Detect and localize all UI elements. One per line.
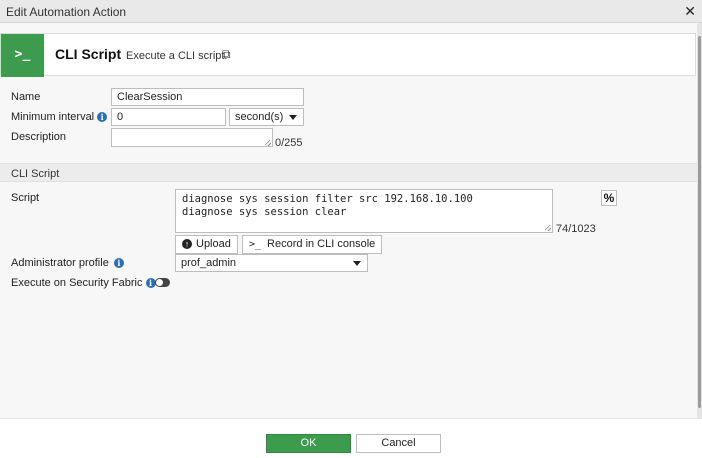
external-link-icon[interactable]: ⧉ (222, 47, 231, 62)
administrator-profile-select[interactable]: prof_admin (175, 254, 368, 272)
description-counter: 0/255 (275, 137, 303, 149)
resize-handle-icon[interactable] (265, 140, 271, 146)
cli-script-section-header: CLI Script (0, 163, 697, 182)
info-icon[interactable]: i (113, 258, 124, 269)
resize-handle-icon[interactable] (545, 225, 551, 231)
record-label: Record in CLI console (267, 238, 376, 250)
security-fabric-toggle[interactable] (155, 278, 170, 287)
upload-icon: ↑ (182, 239, 192, 250)
info-icon[interactable]: i (145, 278, 156, 289)
minimum-interval-label: Minimum interval i (11, 111, 108, 123)
description-textarea[interactable] (111, 128, 273, 147)
action-type-header: >_ CLI Script Execute a CLI script. ⧉ (0, 33, 696, 77)
administrator-profile-label: Administrator profile i (11, 257, 124, 269)
ok-button[interactable]: OK (266, 434, 351, 453)
security-fabric-label-text: Execute on Security Fabric (11, 277, 143, 289)
minimum-interval-label-text: Minimum interval (11, 111, 95, 123)
script-textarea[interactable]: diagnose sys session filter src 192.168.… (175, 189, 553, 233)
dialog-titlebar: Edit Automation Action ✕ (0, 0, 702, 23)
interval-unit-select[interactable]: second(s) (229, 108, 304, 126)
name-label: Name (11, 91, 41, 103)
terminal-icon: >_ (249, 239, 262, 250)
administrator-profile-label-text: Administrator profile (11, 257, 109, 269)
close-icon[interactable]: ✕ (684, 3, 696, 20)
minimum-interval-input[interactable]: 0 (111, 108, 226, 126)
cli-script-badge-icon: >_ (1, 34, 44, 77)
scrollbar-thumb[interactable] (698, 36, 701, 408)
record-cli-console-button[interactable]: >_ Record in CLI console (242, 235, 383, 254)
name-input[interactable]: ClearSession (111, 88, 304, 106)
upload-button[interactable]: ↑ Upload (175, 235, 238, 254)
script-counter: 74/1023 (556, 223, 596, 235)
upload-label: Upload (196, 238, 231, 250)
chevron-down-icon (353, 261, 361, 266)
chevron-down-icon (289, 115, 297, 120)
percent-variable-button[interactable]: % (601, 190, 617, 206)
section-title: CLI Script (11, 168, 60, 180)
action-type-description: Execute a CLI script. (126, 50, 228, 62)
cancel-button[interactable]: Cancel (356, 434, 441, 453)
security-fabric-label: Execute on Security Fabric i (11, 277, 156, 289)
dialog-content: >_ CLI Script Execute a CLI script. ⧉ Na… (0, 23, 697, 418)
interval-unit-value: second(s) (235, 111, 284, 123)
script-label: Script (11, 192, 40, 204)
action-type-name: CLI Script (55, 46, 122, 62)
dialog-footer: OK Cancel (0, 418, 702, 458)
dialog-title: Edit Automation Action (6, 5, 127, 19)
description-label: Description (11, 131, 67, 143)
info-icon[interactable]: i (97, 112, 108, 123)
administrator-profile-value: prof_admin (181, 257, 237, 269)
